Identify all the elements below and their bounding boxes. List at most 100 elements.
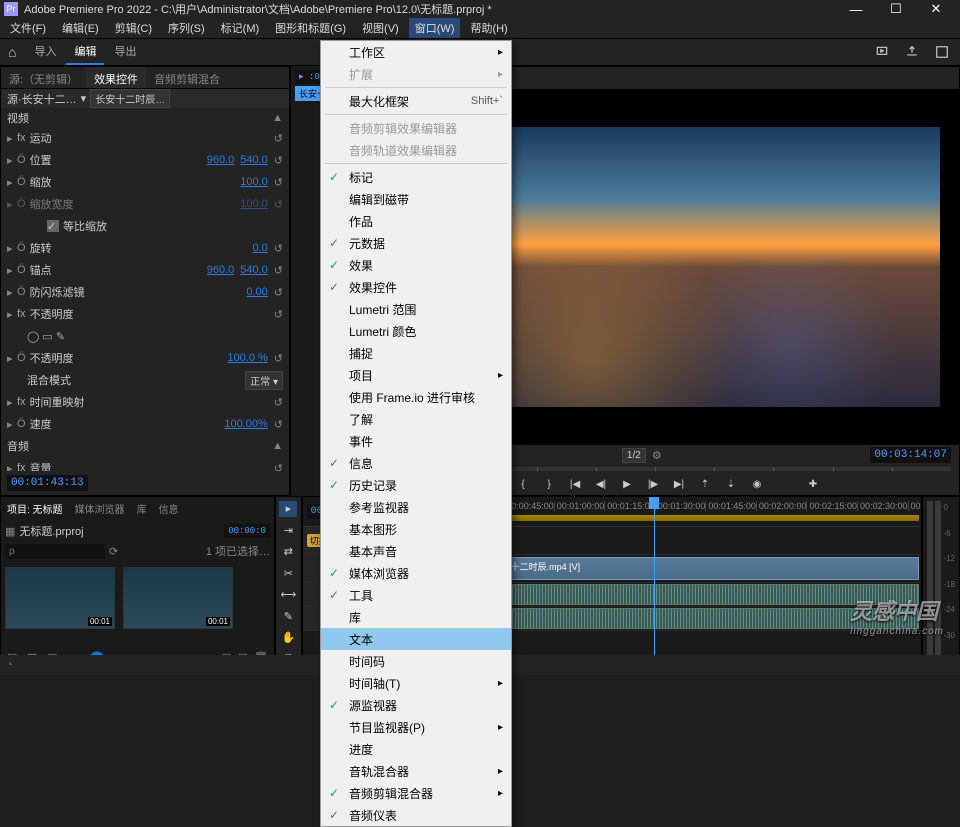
menu-item[interactable]: 时间码 (321, 650, 511, 672)
menu-item[interactable]: ✓源监视器 (321, 694, 511, 716)
menu-item[interactable]: 进度 (321, 738, 511, 760)
settings-icon[interactable]: ⚙ (652, 449, 662, 462)
effect-property-row[interactable]: ▸Ö锚点960.0540.0↺ (1, 259, 289, 281)
effect-property-row[interactable]: ▸Ö防闪烁滤镜0.00↺ (1, 281, 289, 303)
project-search-input[interactable] (5, 544, 105, 559)
menu-item[interactable]: ✓历史记录 (321, 474, 511, 496)
menu-item[interactable]: 时间轴(T) (321, 672, 511, 694)
menu-item[interactable]: 捕捉 (321, 342, 511, 364)
share-icon[interactable] (902, 42, 922, 62)
workspace-tab[interactable]: 导入 (26, 39, 64, 65)
workspace-tab[interactable]: 导出 (106, 39, 144, 65)
audio-clip[interactable] (490, 608, 919, 629)
work-area-bar[interactable] (490, 515, 919, 521)
goto-in-button[interactable]: |◀ (566, 475, 584, 493)
menu-item[interactable]: 基本图形 (321, 518, 511, 540)
panel-tab[interactable]: 源:（无剪辑） (1, 67, 86, 88)
hand-tool[interactable]: ✋ (279, 630, 297, 646)
menu-item[interactable]: ✓标记 (321, 166, 511, 188)
effect-property-row[interactable]: ▸Ö速度100.00%↺ (1, 413, 289, 435)
workspace-tab[interactable]: 编辑 (66, 39, 104, 65)
lift-button[interactable]: ⇡ (696, 475, 714, 493)
step-forward-button[interactable]: |▶ (644, 475, 662, 493)
menu-item[interactable]: ✓工具 (321, 584, 511, 606)
extract-button[interactable]: ⇣ (722, 475, 740, 493)
menu-item[interactable]: 窗口(W) (409, 18, 461, 38)
menu-item[interactable]: Lumetri 范围 (321, 298, 511, 320)
menu-item[interactable]: 使用 Frame.io 进行审核 (321, 386, 511, 408)
menu-item[interactable]: ✓效果 (321, 254, 511, 276)
effect-property-row[interactable]: 混合模式正常 ▾ (1, 369, 289, 391)
panel-tab[interactable]: 信息 (153, 497, 185, 519)
effect-property-row[interactable]: ▸Ö不透明度100.0 %↺ (1, 347, 289, 369)
menu-item[interactable]: 编辑(E) (56, 18, 105, 38)
home-icon[interactable]: ⌂ (8, 44, 16, 60)
mark-out-button[interactable]: } (540, 475, 558, 493)
goto-out-button[interactable]: ▶| (670, 475, 688, 493)
fullscreen-icon[interactable] (932, 42, 952, 62)
effect-property-row[interactable]: ✓等比缩放 (1, 215, 289, 237)
slip-tool[interactable]: ⟷ (279, 587, 297, 603)
panel-tab[interactable]: 库 (131, 497, 153, 519)
button-editor-button[interactable]: ✚ (804, 475, 822, 493)
quick-export-icon[interactable] (872, 42, 892, 62)
menu-item[interactable]: 图形和标题(G) (269, 18, 352, 38)
export-frame-button[interactable]: ◉ (748, 475, 766, 493)
menu-item[interactable]: 文本 (321, 628, 511, 650)
menu-item[interactable]: 库 (321, 606, 511, 628)
menu-item[interactable]: 标记(M) (215, 18, 266, 38)
panel-tab[interactable]: 效果控件 (86, 67, 146, 88)
pen-tool[interactable]: ✎ (279, 609, 297, 625)
menu-item[interactable]: ✓媒体浏览器 (321, 562, 511, 584)
video-clip[interactable]: 长安十二时辰.mp4 [V] (490, 557, 919, 580)
playback-resolution[interactable]: 1/2 (622, 448, 646, 463)
effect-property-row[interactable]: 音频▲ (1, 435, 289, 457)
maximize-button[interactable]: ☐ (876, 1, 916, 17)
menu-item[interactable]: 项目 (321, 364, 511, 386)
menu-item[interactable]: 剪辑(C) (109, 18, 158, 38)
panel-tab[interactable]: 项目: 无标题 (1, 497, 69, 519)
menu-item[interactable]: 了解 (321, 408, 511, 430)
panel-tab[interactable]: 媒体浏览器 (69, 497, 131, 519)
menu-item[interactable]: ✓元数据 (321, 232, 511, 254)
menu-item[interactable]: 帮助(H) (464, 18, 513, 38)
effect-property-row[interactable]: ▸fx运动↺ (1, 127, 289, 149)
effect-property-row[interactable]: ▸fx音量↺ (1, 457, 289, 471)
timeline-playhead[interactable] (654, 497, 655, 671)
media-thumbnail[interactable] (5, 567, 115, 629)
effects-timecode[interactable]: 00:01:43:13 (7, 475, 88, 491)
close-button[interactable]: ✕ (916, 1, 956, 17)
effect-property-row[interactable]: ▸Ö缩放宽度100.0↺ (1, 193, 289, 215)
menu-item[interactable]: Lumetri 颜色 (321, 320, 511, 342)
menu-item[interactable]: ✓音频剪辑混合器 (321, 782, 511, 804)
menu-item[interactable]: ✓信息 (321, 452, 511, 474)
menu-item[interactable]: 作品 (321, 210, 511, 232)
menu-item[interactable]: 音轨混合器 (321, 760, 511, 782)
selection-tool[interactable]: ▸ (279, 501, 297, 517)
step-back-button[interactable]: ◀| (592, 475, 610, 493)
effect-property-row[interactable]: ▸Ö位置960.0540.0↺ (1, 149, 289, 171)
audio-clip[interactable] (490, 584, 919, 605)
effect-property-row[interactable]: ▸fx时间重映射↺ (1, 391, 289, 413)
menu-item[interactable]: 视图(V) (356, 18, 405, 38)
effect-property-row[interactable]: ◯ ▭ ✎ (1, 325, 289, 347)
effect-property-row[interactable]: ▸Ö缩放100.0↺ (1, 171, 289, 193)
menu-item[interactable]: 参考监视器 (321, 496, 511, 518)
effect-property-row[interactable]: ▸Ö旋转0.0↺ (1, 237, 289, 259)
panel-tab[interactable]: 音频剪辑混合 (146, 67, 228, 88)
effect-property-row[interactable]: ▸fx不透明度↺ (1, 303, 289, 325)
menu-item[interactable]: 基本声音 (321, 540, 511, 562)
menu-item[interactable]: ✓音频仪表 (321, 804, 511, 826)
clip-dropdown[interactable]: 长安十二时辰… (90, 89, 170, 108)
menu-item[interactable]: 事件 (321, 430, 511, 452)
track-select-tool[interactable]: ⇥ (279, 523, 297, 539)
menu-item[interactable]: 编辑到磁带 (321, 188, 511, 210)
mark-in-button[interactable]: { (514, 475, 532, 493)
play-button[interactable]: ▶ (618, 475, 636, 493)
menu-item[interactable]: 序列(S) (162, 18, 211, 38)
search-icon[interactable]: ⟳ (109, 545, 118, 558)
razor-tool[interactable]: ✂ (279, 566, 297, 582)
ripple-edit-tool[interactable]: ⇄ (279, 544, 297, 560)
minimize-button[interactable]: — (836, 2, 876, 17)
menu-item[interactable]: 节目监视器(P) (321, 716, 511, 738)
